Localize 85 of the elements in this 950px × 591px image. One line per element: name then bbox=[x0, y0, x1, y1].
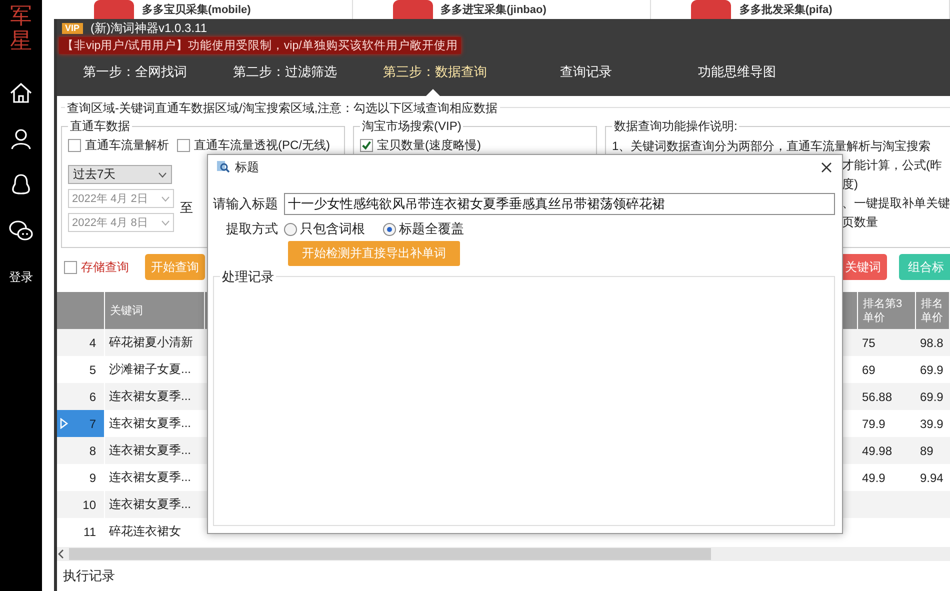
table-cell-text: 69 bbox=[861, 362, 876, 376]
nav-tab[interactable]: 第一步：全网找词 bbox=[60, 54, 210, 96]
table-cell-text: 39.9 bbox=[919, 416, 944, 430]
row-header[interactable]: 11 bbox=[57, 518, 105, 545]
checkbox-label[interactable]: 直通车流量透视(PC/无线) bbox=[194, 137, 330, 154]
table-cell-text: 连衣裙女夏季... bbox=[108, 388, 192, 405]
row-header[interactable]: 4 bbox=[57, 329, 105, 356]
table-cell-text: 49.98 bbox=[861, 444, 892, 458]
field-label: 提取方式 bbox=[225, 220, 278, 238]
row-header[interactable]: 10 bbox=[57, 491, 105, 518]
radio-label[interactable]: 标题全覆盖 bbox=[399, 220, 464, 238]
row-header[interactable]: 8 bbox=[57, 437, 105, 464]
home-icon[interactable] bbox=[9, 80, 33, 105]
horizontal-scrollbar[interactable] bbox=[57, 547, 950, 561]
radio-label[interactable]: 只包含词根 bbox=[300, 220, 365, 238]
table-row[interactable]: 7 连衣裙女夏季... 79.9 39.9 bbox=[57, 410, 950, 437]
checkbox-label[interactable]: 宝贝数量(速度略慢) bbox=[377, 137, 481, 154]
chat-bubbles-icon[interactable] bbox=[8, 218, 34, 243]
row-header[interactable]: 7 bbox=[57, 410, 105, 437]
user-icon[interactable] bbox=[9, 126, 33, 151]
log-title: 执行记录 bbox=[62, 567, 116, 585]
logo-text: 军星 bbox=[10, 4, 32, 55]
table-cell-text: 69.9 bbox=[919, 362, 944, 376]
table-cell-text: 69.9 bbox=[919, 390, 944, 404]
nav-tab[interactable]: 查询记录 bbox=[510, 54, 662, 96]
group-title: 淘宝市场搜索(VIP) bbox=[361, 119, 462, 135]
caret-icon bbox=[158, 172, 167, 178]
nav-tab[interactable]: 第二步：过滤筛选 bbox=[210, 54, 360, 96]
checkbox-label[interactable]: 存储查询 bbox=[81, 258, 129, 276]
table-cell-text: 49.9 bbox=[861, 470, 886, 484]
app-name: 多多宝贝采集(mobile) bbox=[142, 4, 251, 16]
login-link[interactable]: 登录 bbox=[9, 268, 33, 286]
row-pointer-icon bbox=[60, 418, 68, 429]
dialog-title: 标题 bbox=[235, 158, 259, 176]
help-text: 页数量 bbox=[842, 215, 878, 229]
section-title: 查询区域-关键词直通车数据区域/淘宝搜索区域,注意：勾选以下区域查询相应数据 bbox=[65, 100, 500, 117]
caret-icon bbox=[161, 220, 170, 226]
checkbox[interactable] bbox=[68, 139, 81, 152]
help-text: 、一键提取补单关键 bbox=[842, 196, 950, 210]
table-cell-text: 沙滩裙子女夏... bbox=[108, 361, 192, 378]
notice-banner: 【非vip用户/试用用户】功能使用受限制，vip/单独购买该软件用户敞开使用 bbox=[59, 37, 461, 54]
panel-title: 处理记录 bbox=[220, 268, 276, 286]
table-cell-text: 75 bbox=[861, 336, 876, 350]
group-title: 数据查询功能操作说明: bbox=[613, 119, 738, 135]
table-cell-text: 碎花裙夏小清新 bbox=[108, 334, 193, 351]
nav-tab[interactable]: 功能思维导图 bbox=[662, 54, 812, 96]
field-label: 请输入标题 bbox=[212, 195, 278, 213]
table-row[interactable]: 11 碎花连衣裙女 bbox=[57, 518, 950, 545]
table-cell-text: 9.94 bbox=[919, 470, 944, 484]
help-text: 1、关键词数据查询分为两部分，直通车流量解析与淘宝搜索 bbox=[612, 139, 931, 153]
app-name: 多多批发采集(pifa) bbox=[739, 4, 832, 16]
table-cell-text: 连衣裙女夏季... bbox=[108, 469, 192, 486]
app-icon bbox=[691, 0, 732, 19]
table-cell-text: 79.9 bbox=[861, 416, 886, 430]
group-title: 直通车数据 bbox=[69, 119, 131, 135]
table-cell-text: 98.8 bbox=[919, 336, 944, 350]
vip-badge: VIP bbox=[62, 22, 83, 34]
checkbox[interactable] bbox=[177, 139, 190, 152]
radio-button[interactable] bbox=[383, 222, 396, 236]
radio-button[interactable] bbox=[284, 222, 297, 236]
nav-tab[interactable]: 第三步：数据查询 bbox=[360, 54, 510, 96]
help-text: 度) bbox=[842, 177, 858, 191]
app-name: 多多进宝采集(jinbao) bbox=[440, 4, 546, 16]
date-field[interactable]: 2022年 4月 2日 bbox=[68, 189, 174, 208]
table-cell-text: 连衣裙女夏季... bbox=[108, 496, 192, 513]
help-text: 才能计算，公式(昨 bbox=[842, 158, 942, 172]
search-icon bbox=[216, 160, 230, 174]
title-input-field[interactable]: 十一少女性感纯欲风吊带连衣裙女夏季垂感真丝吊带裙荡领碎花裙 bbox=[284, 193, 835, 215]
table-cell-text: 89 bbox=[919, 444, 934, 458]
window-title: (新)淘词神器v1.0.3.11 bbox=[90, 20, 207, 36]
table-cell-text: 连衣裙女夏季... bbox=[108, 442, 192, 459]
app-icon bbox=[392, 0, 433, 19]
date-field[interactable]: 2022年 4月 8日 bbox=[68, 213, 174, 232]
table-cell-text: 56.88 bbox=[861, 390, 892, 404]
table-cell-text: 碎花连衣裙女 bbox=[108, 523, 181, 540]
table-cell-text: 连衣裙女夏季... bbox=[108, 415, 192, 432]
checkbox-label[interactable]: 直通车流量解析 bbox=[85, 137, 169, 154]
caret-icon bbox=[161, 196, 170, 202]
checkbox[interactable] bbox=[64, 260, 77, 274]
period-dropdown[interactable]: 过去7天 bbox=[68, 165, 172, 184]
app-icon bbox=[94, 0, 134, 19]
checkbox[interactable] bbox=[360, 139, 373, 152]
close-button[interactable] bbox=[819, 160, 834, 174]
range-label: 至 bbox=[180, 199, 193, 217]
penguin-icon[interactable] bbox=[9, 172, 33, 197]
